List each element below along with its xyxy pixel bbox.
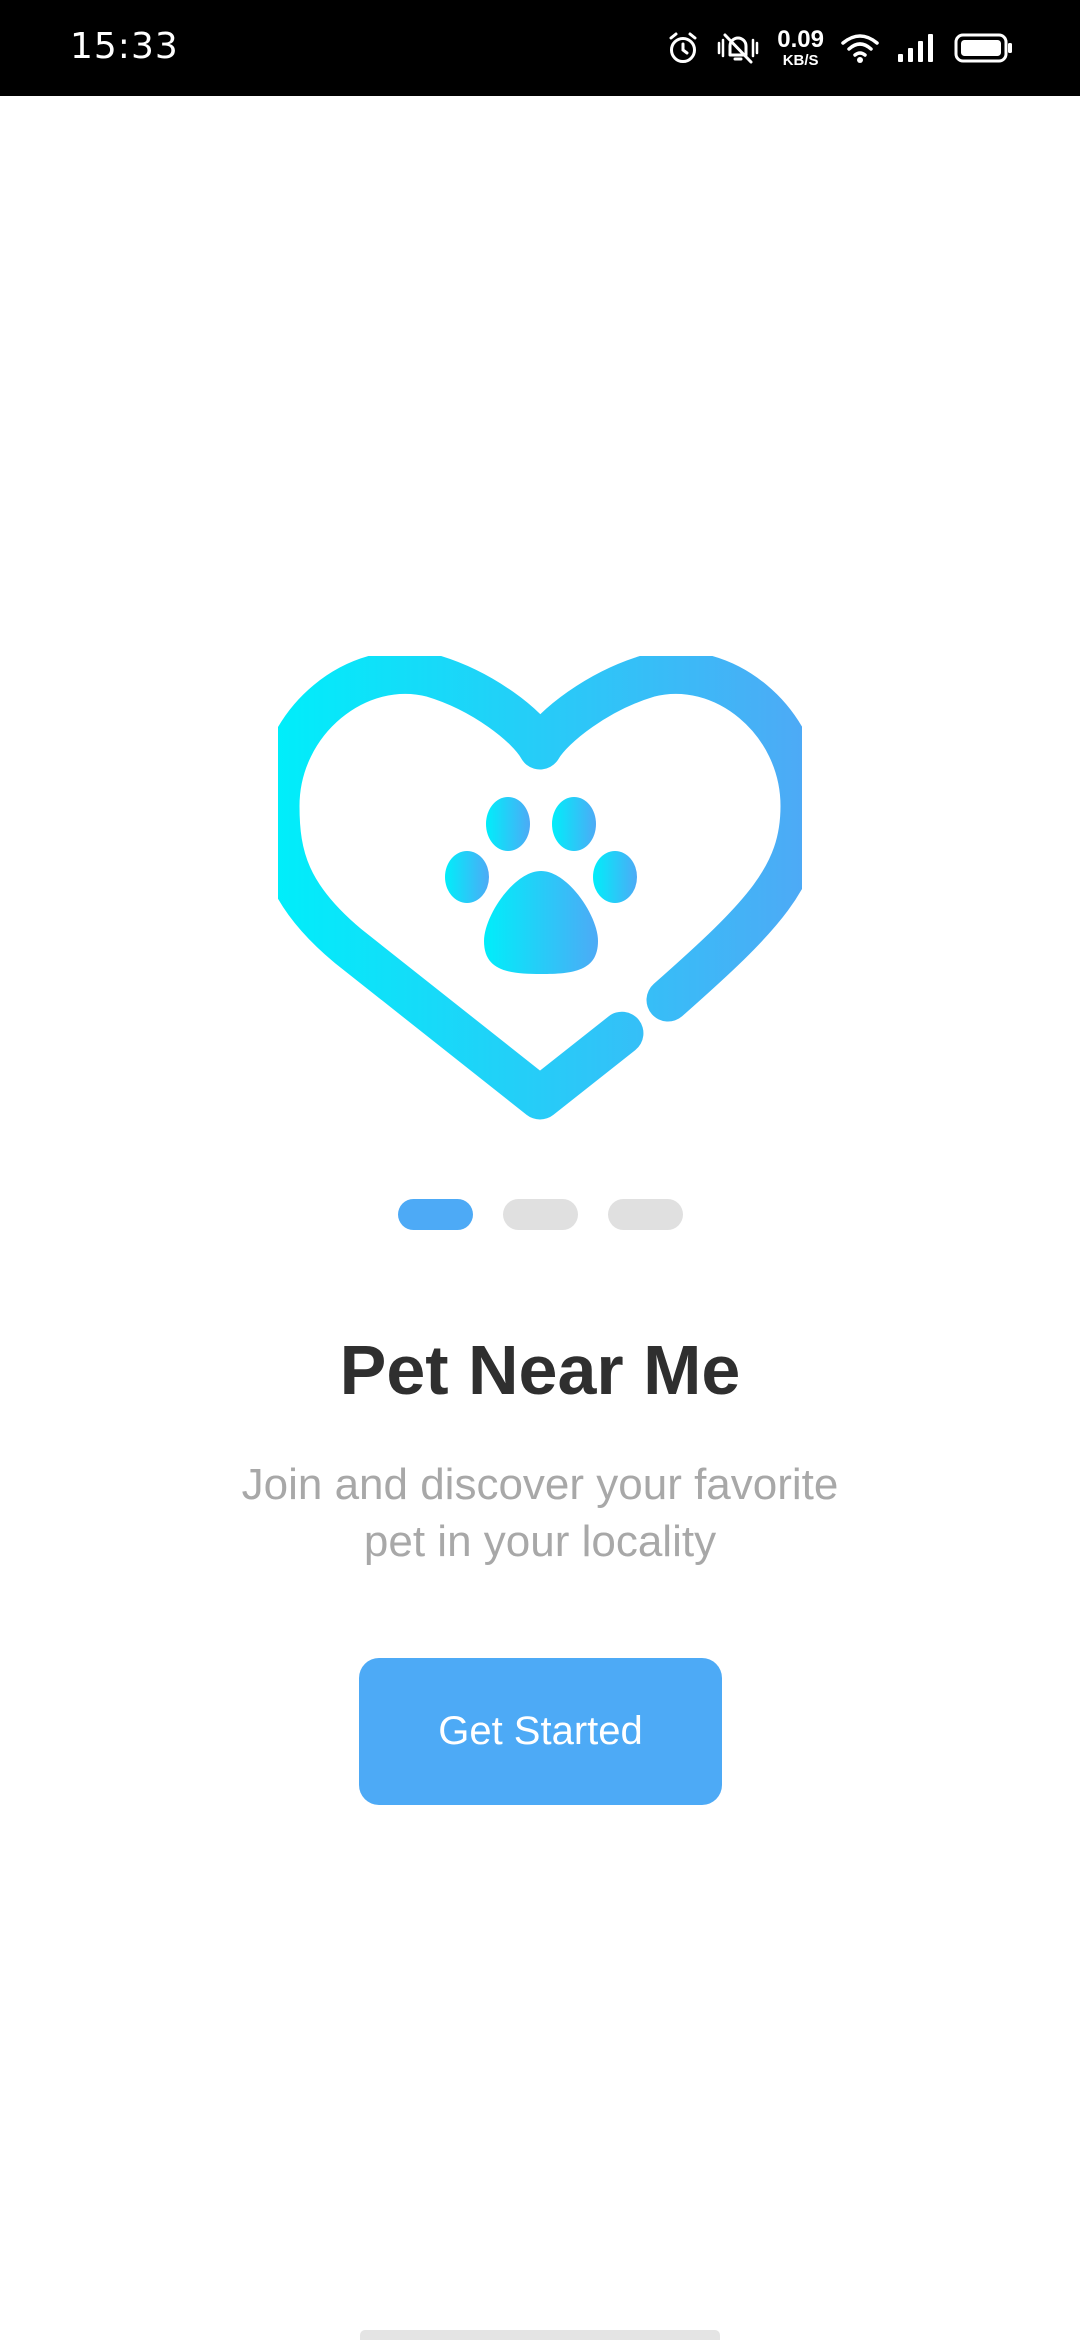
status-icons: 0.09 KB/S [667,22,1014,74]
onboarding-screen: 15:33 0.09 KB/S Pet Near Me Join and dis… [0,0,1080,2340]
page-indicator-dot-1[interactable] [397,1199,473,1230]
home-indicator[interactable] [360,2330,720,2340]
mute-vibrate-icon [715,31,761,65]
status-time: 15:33 [70,26,179,67]
heart-paw-icon [256,650,824,1122]
page-subtitle: Join and discover your favorite pet in y… [140,1456,940,1570]
subtitle-line-1: Join and discover your favorite [241,1460,839,1509]
network-speed-value: 0.09 [777,26,824,53]
network-speed: 0.09 KB/S [777,26,824,69]
signal-icon [896,32,938,64]
subtitle-line-2: pet in your locality [363,1517,717,1566]
get-started-button[interactable]: Get Started [359,1658,722,1805]
page-indicator-dot-3[interactable] [607,1199,683,1230]
alarm-icon [667,31,699,65]
status-bar: 15:33 0.09 KB/S [0,0,1080,96]
page-indicator-dot-2[interactable] [502,1199,578,1230]
page-title: Pet Near Me [339,1331,741,1409]
network-speed-unit: KB/S [782,52,819,69]
wifi-icon [840,32,880,64]
battery-icon [954,32,1014,64]
page-indicator [0,1199,1080,1230]
